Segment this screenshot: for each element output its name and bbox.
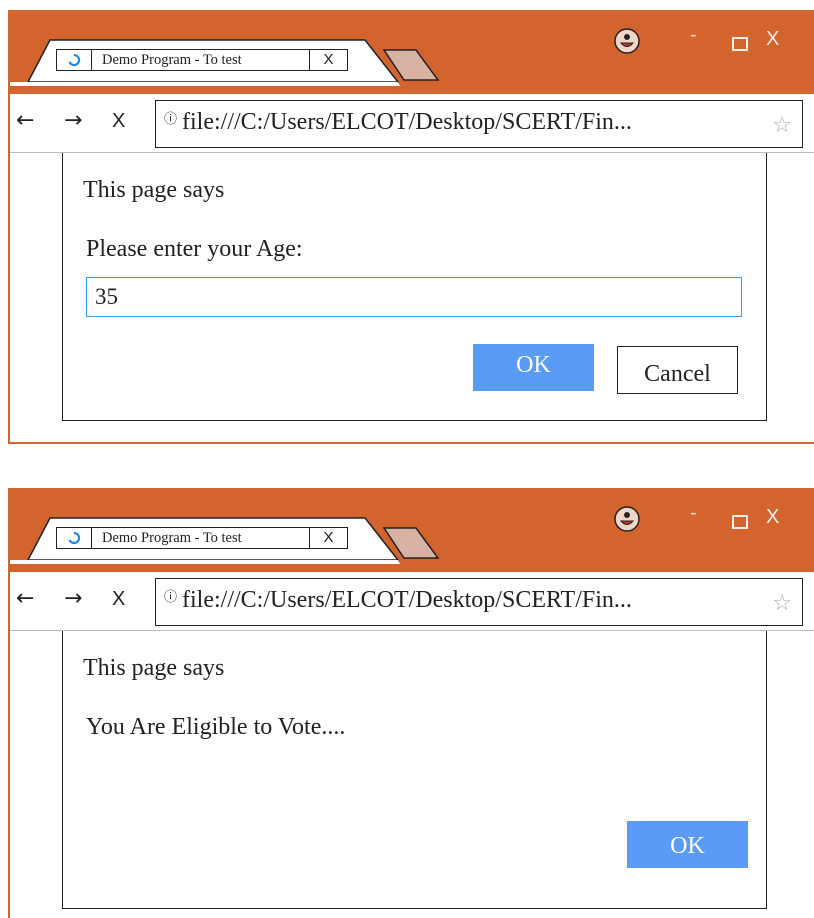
- forward-button[interactable]: →: [64, 586, 82, 611]
- stop-button[interactable]: X: [112, 110, 125, 133]
- ok-button[interactable]: OK: [627, 821, 748, 868]
- ok-button[interactable]: OK: [473, 344, 594, 391]
- reload-icon: [68, 531, 81, 545]
- browser-window-alert: Demo Program - To test X - X ← → X ⓘ fil…: [0, 488, 814, 918]
- new-tab-button[interactable]: [382, 526, 442, 560]
- info-icon[interactable]: ⓘ: [164, 586, 177, 605]
- profile-icon[interactable]: [613, 27, 641, 55]
- prompt-dialog: This page says Please enter your Age: 35…: [62, 153, 767, 421]
- bookmark-star-icon[interactable]: ☆: [772, 113, 792, 138]
- tab-favicon: [56, 49, 92, 71]
- minimize-button[interactable]: -: [690, 502, 697, 525]
- tab-title[interactable]: Demo Program - To test: [92, 49, 310, 71]
- maximize-button[interactable]: [732, 515, 748, 529]
- tab-favicon: [56, 527, 92, 549]
- dialog-title: This page says: [83, 655, 225, 681]
- window-close-button[interactable]: X: [766, 28, 779, 51]
- window-close-button[interactable]: X: [766, 506, 779, 529]
- bookmark-star-icon[interactable]: ☆: [772, 591, 792, 616]
- age-input[interactable]: 35: [86, 277, 742, 317]
- dialog-title: This page says: [83, 177, 225, 203]
- tab-close-button[interactable]: X: [310, 49, 348, 71]
- dialog-message: You Are Eligible to Vote....: [86, 714, 346, 740]
- alert-dialog: This page says You Are Eligible to Vote.…: [62, 631, 767, 909]
- reload-icon: [68, 53, 81, 67]
- forward-button[interactable]: →: [64, 108, 82, 133]
- address-url[interactable]: file:///C:/Users/ELCOT/Desktop/SCERT/Fin…: [182, 587, 632, 614]
- back-button[interactable]: ←: [16, 586, 34, 611]
- minimize-button[interactable]: -: [690, 24, 697, 47]
- address-bar[interactable]: ⓘ file:///C:/Users/ELCOT/Desktop/SCERT/F…: [155, 578, 803, 626]
- browser-window-prompt: Demo Program - To test X - X ← → X ⓘ fil…: [0, 10, 814, 444]
- address-url[interactable]: file:///C:/Users/ELCOT/Desktop/SCERT/Fin…: [182, 109, 632, 136]
- cancel-button[interactable]: Cancel: [617, 346, 738, 394]
- window-frame-bottom: [8, 442, 814, 444]
- info-icon[interactable]: ⓘ: [164, 108, 177, 127]
- window-frame-left: [8, 488, 10, 918]
- back-button[interactable]: ←: [16, 108, 34, 133]
- address-bar[interactable]: ⓘ file:///C:/Users/ELCOT/Desktop/SCERT/F…: [155, 100, 803, 148]
- window-frame-left: [8, 10, 10, 444]
- stop-button[interactable]: X: [112, 588, 125, 611]
- tab-title[interactable]: Demo Program - To test: [92, 527, 310, 549]
- profile-icon[interactable]: [613, 505, 641, 533]
- new-tab-button[interactable]: [382, 48, 442, 82]
- dialog-message: Please enter your Age:: [86, 236, 303, 262]
- tab-close-button[interactable]: X: [310, 527, 348, 549]
- maximize-button[interactable]: [732, 37, 748, 51]
